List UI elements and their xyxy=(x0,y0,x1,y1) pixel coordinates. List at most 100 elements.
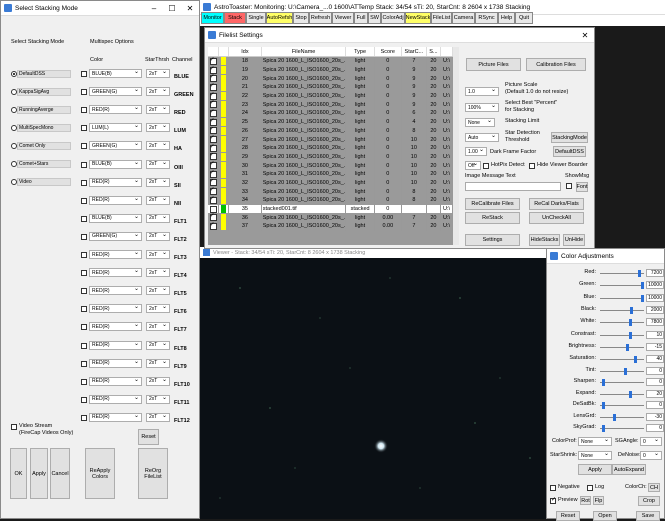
row-checkbox[interactable] xyxy=(208,222,220,231)
table-row[interactable]: 31Spica 20 1600_L_ISO1600_20s_...light01… xyxy=(208,169,454,179)
starshrink-select[interactable]: None xyxy=(578,450,612,460)
flip-button[interactable]: Flp xyxy=(593,496,604,505)
channel-checkbox[interactable] xyxy=(81,89,87,96)
thresh-select[interactable]: 2xT xyxy=(146,358,170,368)
star-field-image[interactable] xyxy=(200,258,550,519)
colorch-button[interactable]: CH xyxy=(648,483,660,492)
slider-track[interactable] xyxy=(600,416,644,418)
reorg-filelist-button[interactable]: ReOrg FileList xyxy=(138,448,168,499)
negative-checkbox[interactable] xyxy=(550,485,556,491)
channel-checkbox[interactable] xyxy=(81,360,87,367)
slider-track[interactable] xyxy=(600,405,644,406)
channel-checkbox[interactable] xyxy=(81,396,87,403)
slider-thumb[interactable] xyxy=(628,331,632,339)
toolbar-full-button[interactable]: Full xyxy=(354,12,368,24)
row-checkbox[interactable] xyxy=(208,91,220,101)
col-starcount[interactable]: StarC... xyxy=(401,47,427,57)
slider-thumb[interactable] xyxy=(602,425,606,432)
slider-value[interactable]: -15 xyxy=(646,342,664,351)
slider-value[interactable]: 0 xyxy=(646,367,664,376)
row-checkbox[interactable] xyxy=(208,135,220,144)
slider-track[interactable] xyxy=(600,393,644,395)
thresh-select[interactable]: 2xT xyxy=(146,394,170,404)
channel-checkbox[interactable] xyxy=(81,215,87,222)
mode-option[interactable]: Video xyxy=(17,178,71,186)
table-row[interactable]: 28Spica 20 1600_L_ISO1600_20s_...light01… xyxy=(208,143,454,153)
color-select[interactable]: RED(R) xyxy=(89,195,142,205)
channel-checkbox[interactable] xyxy=(81,324,87,331)
color-select[interactable]: RED(R) xyxy=(89,104,142,115)
slider-track[interactable] xyxy=(600,382,644,383)
mode-option[interactable]: Comet Only xyxy=(17,142,71,150)
channel-checkbox[interactable] xyxy=(81,107,87,114)
hide-stacks-button[interactable]: HideStacks xyxy=(529,234,560,246)
table-row[interactable]: 36Spica 20 1600_L_ISO1600_20s_...light0.… xyxy=(208,213,454,223)
mode-option[interactable]: KappaSigAvg xyxy=(17,88,71,96)
recal-darks-flats-button[interactable]: ReCal Darks/Flats xyxy=(529,198,584,210)
thresh-select[interactable]: 2xT xyxy=(146,412,170,422)
toolbar-viewer-button[interactable]: Viewer xyxy=(332,12,354,24)
mode-option[interactable]: MultiSpecMono xyxy=(17,124,71,132)
slider-value[interactable]: 10000 xyxy=(646,293,664,302)
colorprof-select[interactable]: None xyxy=(578,436,612,446)
unhide-button[interactable]: UnHide xyxy=(563,234,585,246)
calibration-files-button[interactable]: Calibration Files xyxy=(526,58,586,71)
slider-value[interactable]: 20 xyxy=(646,389,664,398)
channel-checkbox[interactable] xyxy=(81,342,87,349)
table-row[interactable]: 23Spica 20 1600_L_ISO1600_20s_...light09… xyxy=(208,100,454,110)
hotpix-checkbox[interactable] xyxy=(483,163,489,169)
slider-thumb[interactable] xyxy=(641,282,645,290)
toolbar-filelist-button[interactable]: FileList xyxy=(431,12,452,24)
hotpix-select[interactable]: Off xyxy=(465,160,481,170)
row-checkbox[interactable] xyxy=(208,143,220,153)
toolbar-stop-button[interactable]: Stop xyxy=(293,12,309,24)
table-row[interactable]: 29Spica 20 1600_L_ISO1600_20s_...light01… xyxy=(208,152,454,162)
slider-thumb[interactable] xyxy=(602,379,606,386)
minimize-icon[interactable]: – xyxy=(145,1,163,15)
color-select[interactable]: RED(R) xyxy=(89,303,142,314)
slider-track[interactable] xyxy=(600,309,644,311)
slider-value[interactable]: 10 xyxy=(646,330,664,339)
channel-checkbox[interactable] xyxy=(81,125,87,132)
font-button[interactable]: Font xyxy=(576,182,588,192)
slider-thumb[interactable] xyxy=(637,270,641,277)
channel-checkbox[interactable] xyxy=(81,233,87,240)
col-idx[interactable]: Idx xyxy=(228,47,262,57)
color-reset-button[interactable]: Reset xyxy=(556,511,580,521)
table-row[interactable]: 21Spica 20 1600_L_ISO1600_20s_...light09… xyxy=(208,83,454,92)
table-row[interactable]: 24Spica 20 1600_L_ISO1600_20s_...light06… xyxy=(208,109,454,118)
thresh-select[interactable]: 2xT xyxy=(146,68,170,78)
showmsg-checkbox[interactable] xyxy=(566,183,572,189)
uncheck-all-button[interactable]: UnCheckAll xyxy=(529,212,584,224)
row-checkbox[interactable] xyxy=(208,204,220,214)
table-row[interactable]: 25Spica 20 1600_L_ISO1600_20s_...light04… xyxy=(208,117,454,127)
close-icon[interactable]: ✕ xyxy=(181,1,199,15)
toolbar-single-button[interactable]: Single xyxy=(246,12,266,24)
color-select[interactable]: RED(R) xyxy=(89,321,142,332)
table-row[interactable]: 18Spica 20 1600_L_ISO1600_20s_...light07… xyxy=(208,56,454,66)
maximize-icon[interactable]: ☐ xyxy=(163,1,181,15)
color-select[interactable]: GREEN(G) xyxy=(89,86,142,97)
slider-value[interactable]: 0 xyxy=(646,424,664,432)
col-filename[interactable]: FileName xyxy=(261,47,347,57)
channel-checkbox[interactable] xyxy=(81,378,87,385)
color-select[interactable]: GREEN(G) xyxy=(89,140,142,151)
color-select[interactable]: LUM(L) xyxy=(89,122,142,133)
slider-thumb[interactable] xyxy=(602,402,606,409)
settings-button[interactable]: Settings xyxy=(465,234,520,246)
table-row[interactable]: 19Spica 20 1600_L_ISO1600_20s_...light09… xyxy=(208,65,454,75)
slider-track[interactable] xyxy=(600,285,644,287)
thresh-select[interactable]: 2xT xyxy=(146,104,170,115)
row-checkbox[interactable] xyxy=(208,74,220,84)
slider-track[interactable] xyxy=(600,322,644,324)
color-select[interactable]: RED(R) xyxy=(89,249,142,259)
color-select[interactable]: RED(R) xyxy=(89,267,142,278)
dark-frame-select[interactable]: 1.00 xyxy=(465,146,487,156)
default-dss-button[interactable]: DefaultDSS xyxy=(553,146,586,157)
slider-value[interactable]: 2000 xyxy=(646,305,664,314)
color-select[interactable]: RED(R) xyxy=(89,177,142,187)
toolbar-camera-button[interactable]: Camera xyxy=(452,12,475,24)
slider-track[interactable] xyxy=(600,297,644,299)
color-select[interactable]: RED(R) xyxy=(89,285,142,296)
row-checkbox[interactable] xyxy=(208,169,220,179)
